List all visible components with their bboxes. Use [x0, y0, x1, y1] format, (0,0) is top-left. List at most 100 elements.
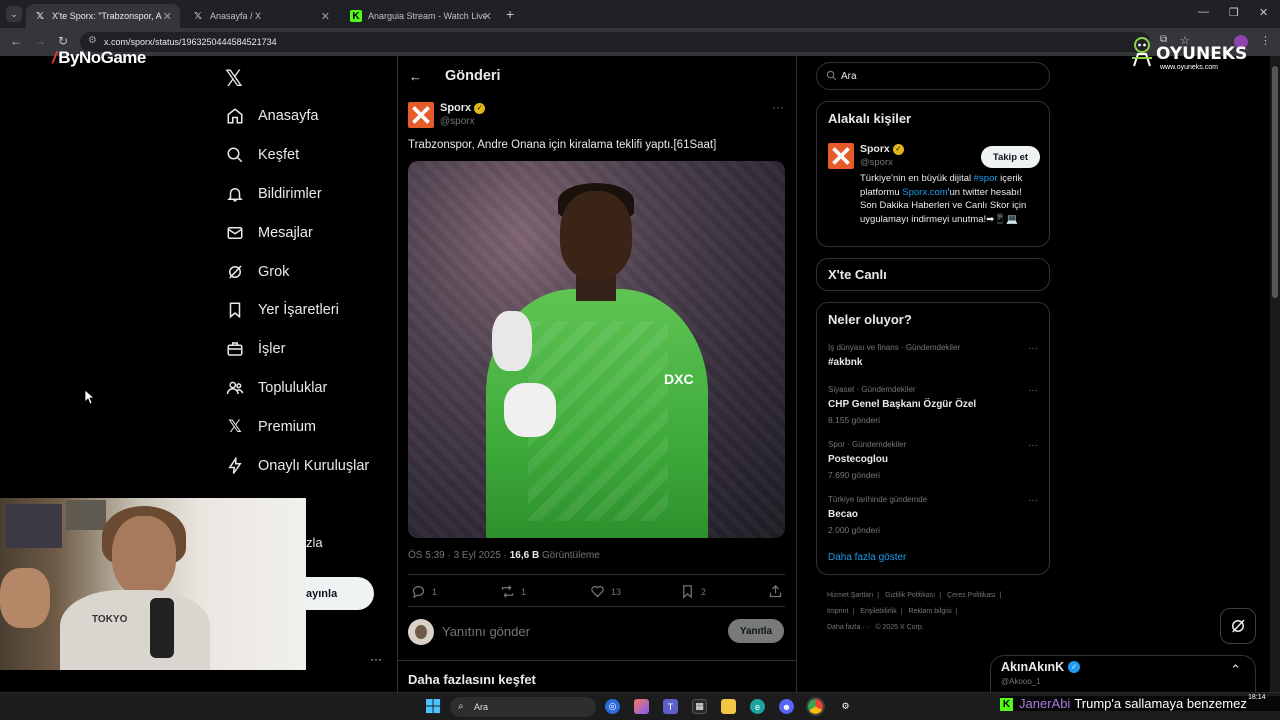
show-more-link[interactable]: Daha fazla göster [828, 552, 906, 563]
account-more-icon[interactable]: ··· [370, 652, 382, 666]
footer-link[interactable]: Hizmet Şartları [827, 592, 873, 599]
more-options-icon[interactable]: ··· [1028, 343, 1038, 354]
repost-icon [501, 585, 514, 598]
sporx-avatar[interactable] [408, 102, 434, 128]
nav-item-premium[interactable]: 𝕏 Premium [226, 412, 316, 442]
goalkeeper-glove [492, 311, 532, 371]
robot-icon [1132, 37, 1152, 67]
bookmark-action[interactable]: 2 [680, 584, 706, 599]
windows-start-icon[interactable] [426, 699, 441, 714]
maximize-icon[interactable]: ❐ [1229, 6, 1239, 19]
nav-item-jobs[interactable]: İşler [226, 334, 285, 364]
bio-site-link[interactable]: Sporx.com [902, 187, 947, 198]
post-button[interactable]: ayınla [300, 577, 374, 610]
ticker-username: JanerAbi [1019, 696, 1071, 711]
repost-action[interactable]: 1 [500, 584, 526, 599]
close-icon[interactable]: ✕ [163, 10, 172, 23]
page-scrollbar[interactable] [1270, 56, 1280, 692]
copilot-icon[interactable]: ◎ [605, 699, 620, 714]
footer-more-link[interactable]: Daha fazla ··· [827, 624, 869, 631]
card-title: Neler oluyor? [828, 312, 912, 327]
menu-icon[interactable]: ⋮ [1260, 34, 1271, 47]
x-icon: 𝕏 [35, 10, 45, 22]
footer-link[interactable]: Reklam bilgisi [909, 608, 952, 615]
window-close-icon[interactable]: ✕ [1259, 6, 1268, 19]
page-title: Gönderi [445, 68, 501, 84]
live-on-x-card[interactable]: X'te Canlı [816, 258, 1050, 291]
trend-item[interactable]: Spor · Gündemdekiler Postecoglou 7.690 g… [828, 440, 1038, 480]
search-input[interactable]: Ara [816, 62, 1050, 90]
taskbar-search-placeholder: Ara [474, 702, 489, 712]
player-head [560, 191, 632, 279]
mail-icon [226, 224, 244, 242]
relevant-handle[interactable]: @sporx [860, 157, 893, 168]
browser-tab-3[interactable]: K Anarguia Stream - Watch Live o ✕ [342, 4, 500, 28]
post-author-handle[interactable]: @sporx [440, 116, 475, 127]
nav-item-grok[interactable]: Grok [226, 257, 289, 287]
sporx-avatar[interactable] [828, 143, 854, 169]
nav-item-messages[interactable]: Mesajlar [226, 218, 313, 248]
trend-item[interactable]: İş dünyası ve finans · Gündemdekiler #ak… [828, 343, 1038, 368]
follow-button[interactable]: Takip et [981, 146, 1040, 168]
more-options-icon[interactable]: ··· [1028, 495, 1038, 506]
footer-link[interactable]: Gizlilik Politikası [885, 592, 935, 599]
trend-item[interactable]: Siyaset · Gündemdekiler CHP Genel Başkan… [828, 385, 1038, 425]
scrollbar-thumb[interactable] [1272, 66, 1278, 298]
footer-link[interactable]: Erişilebilirlik [860, 608, 897, 615]
more-options-icon[interactable]: ··· [772, 100, 784, 114]
discord-icon[interactable]: ☻ [779, 699, 794, 714]
browser-tab-2[interactable]: 𝕏 Anasayfa / X ✕ [184, 4, 338, 28]
footer-link[interactable]: Imprint [827, 608, 848, 615]
copyright: © 2025 X Corp. [875, 624, 924, 631]
nav-item-explore[interactable]: Keşfet [226, 140, 299, 170]
bynogame-logo: / ByNoGame [52, 48, 146, 68]
back-icon[interactable]: ← [10, 34, 22, 48]
nav-item-communities[interactable]: Topluluklar [226, 373, 327, 403]
x-logo-icon[interactable]: 𝕏 [225, 66, 243, 92]
grok-floating-button[interactable] [1220, 608, 1256, 644]
more-options-icon[interactable]: ··· [1028, 440, 1038, 451]
minimize-icon[interactable]: — [1198, 6, 1209, 18]
post-author-name[interactable]: Sporx ✓ [440, 102, 486, 114]
bio-hashtag-link[interactable]: #spor [974, 173, 998, 184]
app-icon[interactable] [634, 699, 649, 714]
chrome-icon[interactable] [806, 697, 825, 716]
forward-icon[interactable]: → [34, 34, 46, 48]
reply-action[interactable]: 1 [411, 584, 437, 599]
user-avatar[interactable] [408, 619, 434, 645]
nav-item-notifications[interactable]: Bildirimler [226, 179, 322, 209]
tab-search-button[interactable]: ⌄ [6, 6, 22, 22]
expand-chevron-icon[interactable]: ⌃ [1230, 662, 1241, 678]
store-icon[interactable]: ▦ [692, 699, 707, 714]
close-icon[interactable]: ✕ [483, 10, 492, 23]
close-icon[interactable]: ✕ [321, 10, 330, 23]
nav-item-more-partial[interactable]: zla [306, 535, 323, 550]
teams-icon[interactable]: T [663, 699, 678, 714]
browser-tab-1[interactable]: 𝕏 X'te Sporx: "Trabzonspor, Andre ✕ [26, 4, 180, 28]
post-image[interactable]: DXC [408, 161, 785, 538]
streamer-hand [0, 568, 50, 628]
nav-item-verified-orgs[interactable]: Onaylı Kuruluşlar [226, 451, 369, 481]
post-timestamp[interactable]: ÖS 5:39 · 3 Eyl 2025 · [408, 550, 510, 561]
reply-input[interactable]: Yanıtını gönder [442, 624, 530, 639]
site-info-icon[interactable]: ⚙ [88, 35, 97, 46]
reload-icon[interactable]: ↻ [58, 34, 68, 48]
new-tab-button[interactable]: + [506, 6, 514, 22]
nav-item-home[interactable]: Anasayfa [226, 101, 318, 131]
reply-button[interactable]: Yanıtla [728, 619, 784, 643]
footer-link[interactable]: Çerez Politikası [947, 592, 996, 599]
back-arrow-icon[interactable]: ← [409, 69, 422, 84]
file-explorer-icon[interactable] [721, 699, 736, 714]
share-action[interactable] [768, 584, 789, 599]
address-bar[interactable]: ⚙ x.com/sporx/status/1963250444584521734 [80, 32, 1150, 52]
more-options-icon[interactable]: ··· [1028, 385, 1038, 396]
relevant-name[interactable]: Sporx ✓ [860, 143, 904, 155]
trend-item[interactable]: Türkiye tarihinde gündemde Becao 2.000 g… [828, 495, 1038, 535]
edge-icon[interactable]: e [750, 699, 765, 714]
nav-item-bookmarks[interactable]: Yer İşaretleri [226, 295, 339, 325]
divider [796, 56, 797, 692]
taskbar-search[interactable]: ⌕ Ara [450, 697, 596, 717]
messages-drawer[interactable]: AkınAkınK ✓ @Akooo_1 ⌃ [990, 655, 1256, 695]
like-action[interactable]: 13 [590, 584, 621, 599]
app-icon[interactable]: ⚙ [838, 699, 853, 714]
